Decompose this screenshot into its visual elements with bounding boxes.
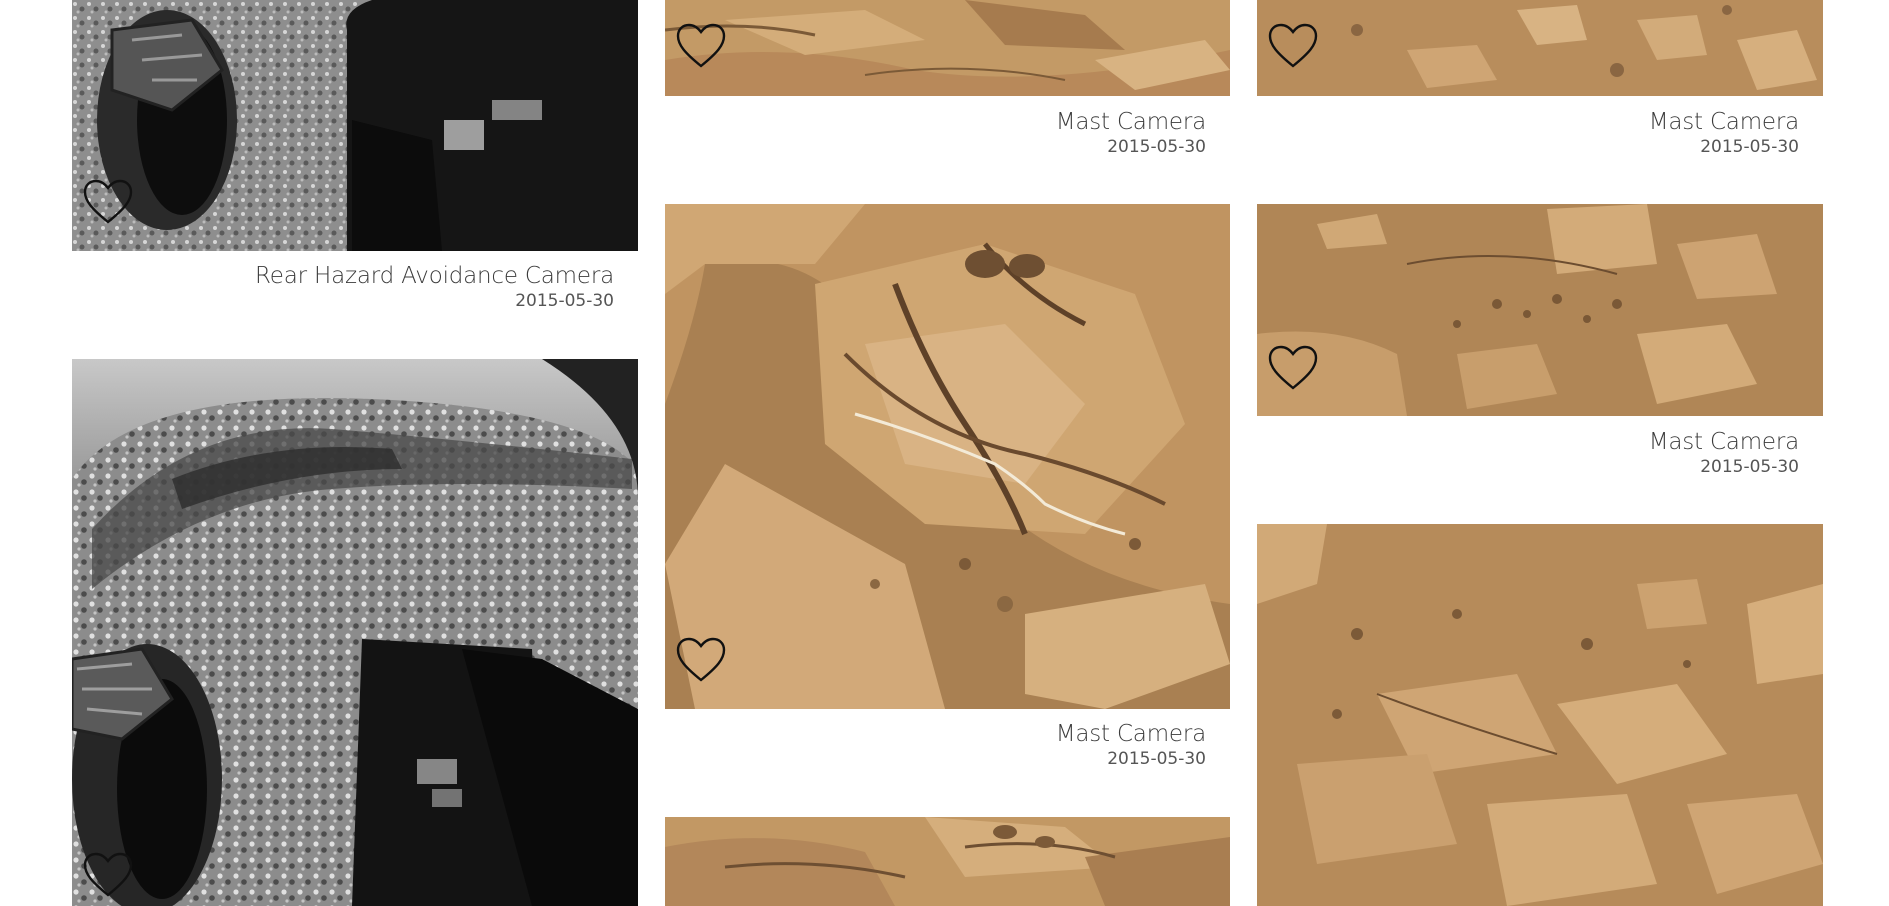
rover-photo[interactable]	[1257, 204, 1823, 416]
rover-photo-image	[665, 817, 1230, 906]
rover-photo[interactable]	[665, 817, 1230, 906]
camera-name: Rear Hazard Avoidance Camera	[255, 263, 614, 289]
rover-photo-image	[1257, 204, 1823, 416]
photo-caption: Mast Camera 2015-05-30	[665, 108, 1207, 158]
photo-caption: Mast Camera 2015-05-30	[1257, 428, 1800, 478]
rover-photo-image	[1257, 0, 1823, 96]
camera-name: Mast Camera	[1648, 109, 1800, 135]
rover-photo[interactable]	[1257, 0, 1823, 96]
photo-caption: Rear Hazard Avoidance Camera 2015-05-30	[72, 262, 614, 312]
favorite-heart-icon[interactable]	[1267, 22, 1319, 70]
rover-photo[interactable]	[72, 0, 638, 251]
camera-name: Mast Camera	[1648, 429, 1800, 455]
photo-date: 2015-05-30	[1107, 137, 1206, 157]
photo-caption: Mast Camera 2015-05-30	[665, 720, 1207, 770]
rover-photo-image	[72, 359, 638, 906]
rover-photo[interactable]	[665, 0, 1230, 96]
favorite-heart-icon[interactable]	[1267, 344, 1319, 392]
photo-date: 2015-05-30	[515, 291, 614, 311]
photo-date: 2015-05-30	[1700, 457, 1799, 477]
rover-photo-image	[665, 204, 1230, 709]
camera-name: Mast Camera	[1055, 721, 1207, 747]
rover-photo[interactable]	[665, 204, 1230, 709]
rover-photo[interactable]	[72, 359, 638, 906]
favorite-heart-icon[interactable]	[675, 636, 727, 684]
rover-photo-image	[72, 0, 638, 251]
favorite-heart-icon[interactable]	[82, 178, 134, 226]
photo-date: 2015-05-30	[1700, 137, 1799, 157]
rover-photo[interactable]	[1257, 524, 1823, 906]
photo-date: 2015-05-30	[1107, 749, 1206, 769]
rover-photo-image	[1257, 524, 1823, 906]
favorite-heart-icon[interactable]	[675, 22, 727, 70]
photo-caption: Mast Camera 2015-05-30	[1257, 108, 1800, 158]
photo-gallery: Rear Hazard Avoidance Camera 2015-05-30	[0, 0, 1889, 906]
camera-name: Mast Camera	[1055, 109, 1207, 135]
favorite-heart-icon[interactable]	[82, 851, 134, 899]
rover-photo-image	[665, 0, 1230, 96]
